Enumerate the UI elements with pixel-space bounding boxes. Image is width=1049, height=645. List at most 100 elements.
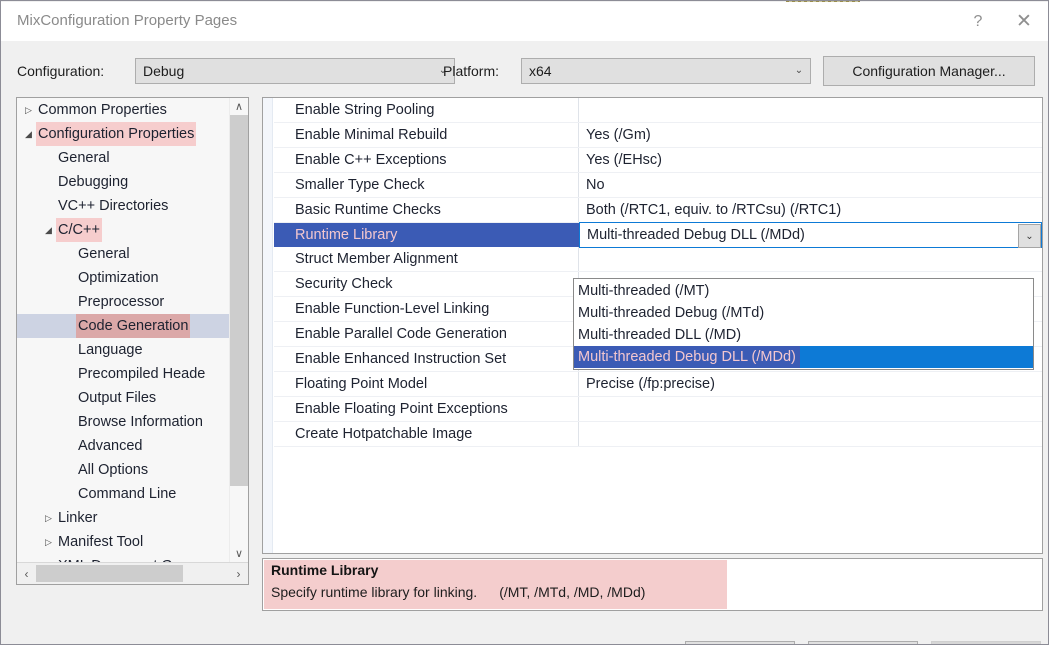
tree-item[interactable]: Output Files (17, 386, 248, 410)
property-row[interactable]: Basic Runtime Checks Both (/RTC1, equiv. … (274, 198, 1042, 223)
property-name: Smaller Type Check (274, 173, 579, 197)
property-row[interactable]: Struct Member Alignment (274, 247, 1042, 272)
property-name: Enable String Pooling (274, 98, 579, 122)
description-title: Runtime Library (271, 562, 379, 578)
tree-item-label: General (78, 246, 130, 262)
platform-dropdown[interactable]: x64 ⌄ (521, 58, 811, 84)
tree-item[interactable]: ◢ Configuration Properties (17, 122, 248, 146)
property-name: Basic Runtime Checks (274, 198, 579, 222)
property-row-selected[interactable]: Runtime Library Multi-threaded Debug DLL … (274, 222, 1042, 248)
property-row[interactable]: Enable Floating Point Exceptions (274, 397, 1042, 422)
dropdown-option[interactable]: Multi-threaded Debug (/MTd) (574, 302, 1033, 324)
tree-item[interactable]: ▷ Common Properties (17, 98, 248, 122)
tree-item[interactable]: Preprocessor (17, 290, 248, 314)
description-switches: (/MT, /MTd, /MD, /MDd) (499, 584, 646, 600)
property-value: Yes (/Gm) (586, 127, 651, 143)
property-row[interactable]: Enable Minimal Rebuild Yes (/Gm) (274, 123, 1042, 148)
tree-item-label: Advanced (78, 438, 143, 454)
property-value-editor[interactable]: Multi-threaded Debug DLL (/MDd) (579, 222, 1042, 248)
tree-item[interactable]: ◢ C/C++ (17, 218, 248, 242)
tree-item[interactable]: General (17, 242, 248, 266)
property-row[interactable]: Enable String Pooling (274, 98, 1042, 123)
tree-item-label: Debugging (58, 174, 129, 190)
property-name: Enable Floating Point Exceptions (274, 397, 579, 421)
property-pages-dialog: MixConfiguration Property Pages ? ✕ Conf… (0, 0, 1049, 645)
scroll-down-icon[interactable]: ∨ (230, 545, 248, 562)
tree-item[interactable]: General (17, 146, 248, 170)
tree-item-label: Precompiled Heade (78, 366, 206, 382)
tree-item[interactable]: ▷XML Document Genera (17, 554, 248, 562)
property-row[interactable]: Floating Point Model Precise (/fp:precise… (274, 372, 1042, 397)
tree-item-label: Optimization (78, 270, 159, 286)
dropdown-option[interactable]: Multi-threaded (/MT) (574, 280, 1033, 302)
tree-item-label: C/C++ (56, 218, 102, 242)
properties-tree[interactable]: ▷ Common Properties ◢ Configuration Propert… (17, 98, 248, 562)
property-name: Struct Member Alignment (274, 247, 579, 271)
property-name: Runtime Library (274, 223, 579, 247)
expander-expanded-icon[interactable]: ◢ (21, 129, 36, 139)
expander-collapsed-icon[interactable]: ▷ (41, 513, 56, 523)
platform-value: x64 (529, 63, 552, 79)
property-row[interactable]: Smaller Type Check No (274, 173, 1042, 198)
property-name: Floating Point Model (274, 372, 579, 396)
property-name: Security Check (274, 272, 579, 296)
cancel-button[interactable]: 取消 (808, 641, 918, 644)
tree-item[interactable]: Precompiled Heade (17, 362, 248, 386)
property-row[interactable]: Create Hotpatchable Image (274, 422, 1042, 447)
tree-item-label: General (58, 150, 110, 166)
tree-item-label: Browse Information (78, 414, 203, 430)
runtime-library-dropdown-list[interactable]: Multi-threaded (/MT) Multi-threaded Debug… (573, 278, 1034, 370)
tree-item[interactable]: Optimization (17, 266, 248, 290)
tree-item-label: Language (78, 342, 143, 358)
tree-item[interactable]: Browse Information (17, 410, 248, 434)
help-icon[interactable]: ? (955, 2, 1001, 41)
expander-collapsed-icon[interactable]: ▷ (41, 537, 56, 547)
apply-button[interactable]: 应用(A) (931, 641, 1041, 644)
property-value: Both (/RTC1, equiv. to /RTCsu) (/RTC1) (586, 202, 842, 218)
tree-item[interactable]: All Options (17, 458, 248, 482)
tree-horizontal-scrollbar[interactable]: ‹ › (17, 562, 248, 584)
tree-item-label: Linker (58, 510, 98, 526)
property-value (579, 422, 1042, 446)
configuration-manager-button[interactable]: Configuration Manager... (823, 56, 1035, 86)
tree-vertical-scrollbar[interactable]: ∧ ∨ (229, 98, 248, 562)
dialog-body: Configuration: Debug ⌄ Platform: x64 ⌄ C… (1, 41, 1048, 644)
grid-gutter (263, 98, 273, 553)
tree-hscroll-thumb[interactable] (36, 565, 183, 582)
dropdown-option[interactable]: Multi-threaded DLL (/MD) (574, 324, 1033, 346)
window-title: MixConfiguration Property Pages (17, 12, 238, 29)
tree-item[interactable]: Command Line (17, 482, 248, 506)
expander-collapsed-icon[interactable]: ▷ (21, 105, 36, 115)
tree-item[interactable]: Language (17, 338, 248, 362)
tree-item[interactable]: ▷ Linker (17, 506, 248, 530)
property-value (579, 98, 1042, 122)
property-value (579, 247, 1042, 271)
scroll-right-icon[interactable]: › (229, 563, 248, 584)
ok-button[interactable]: 确定 (685, 641, 795, 644)
property-row[interactable]: Enable C++ Exceptions Yes (/EHsc) (274, 148, 1042, 173)
close-icon[interactable]: ✕ (1001, 2, 1047, 41)
tree-item[interactable]: Debugging (17, 170, 248, 194)
tree-item[interactable]: Advanced (17, 434, 248, 458)
tree-item-label: Code Generation (76, 314, 191, 338)
property-name: Enable C++ Exceptions (274, 148, 579, 172)
expander-expanded-icon[interactable]: ◢ (41, 225, 56, 235)
tree-item[interactable]: Code Generation (17, 314, 248, 338)
property-grid-rows[interactable]: Enable String Pooling Enable Minimal Rebu… (274, 98, 1042, 447)
properties-tree-panel: ▷ Common Properties ◢ Configuration Propert… (16, 97, 249, 585)
scroll-left-icon[interactable]: ‹ (17, 563, 36, 584)
title-bar: MixConfiguration Property Pages ? ✕ (1, 2, 1048, 41)
property-value: Yes (/EHsc) (586, 152, 663, 168)
tree-item-label: Preprocessor (78, 294, 165, 310)
property-value: Precise (/fp:precise) (586, 376, 715, 392)
tree-item[interactable]: ▷ Manifest Tool (17, 530, 248, 554)
tree-item[interactable]: VC++ Directories (17, 194, 248, 218)
tree-vscroll-thumb[interactable] (230, 115, 248, 486)
configuration-dropdown[interactable]: Debug ⌄ (135, 58, 455, 84)
tree-item-label: Configuration Properties (36, 122, 197, 146)
scroll-up-icon[interactable]: ∧ (230, 98, 248, 115)
platform-label: Platform: (443, 63, 500, 79)
tree-item-label: Output Files (78, 390, 157, 406)
dropdown-option-selected[interactable]: Multi-threaded Debug DLL (/MDd) (574, 346, 1033, 368)
chevron-down-icon[interactable]: ⌄ (1018, 224, 1041, 248)
